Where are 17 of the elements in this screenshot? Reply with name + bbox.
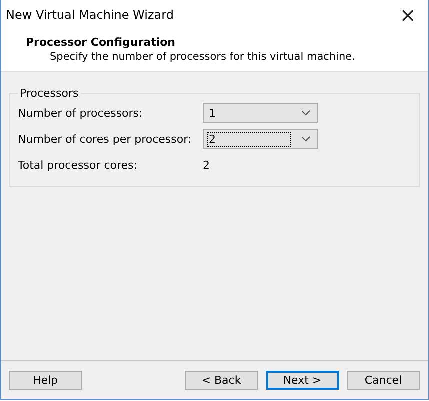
dropdown[interactable]: 1 [203, 103, 318, 123]
dialog-button[interactable]: Cancel [347, 370, 420, 390]
dropdown[interactable]: 2 [203, 129, 318, 149]
chevron-icon [301, 110, 311, 116]
dialog-button[interactable]: < Back [185, 370, 258, 390]
field-label: Number of cores per processor: [18, 132, 193, 146]
dialog-button[interactable]: Help [9, 370, 82, 390]
dialog-button[interactable]: Next > [266, 370, 339, 390]
field-label: Total processor cores: [18, 158, 138, 172]
group-title: Processors [19, 87, 80, 100]
page-subtitle: Specify the number of processors for this virtual machine. [50, 51, 356, 63]
page-title: Processor Configuration [26, 36, 177, 49]
close-button[interactable]: × [388, 0, 428, 30]
field-label: Number of processors: [18, 106, 144, 120]
total-value: 2 [203, 158, 210, 172]
window-title: New Virtual Machine Wizard [6, 8, 174, 22]
chevron-icon [301, 136, 311, 142]
